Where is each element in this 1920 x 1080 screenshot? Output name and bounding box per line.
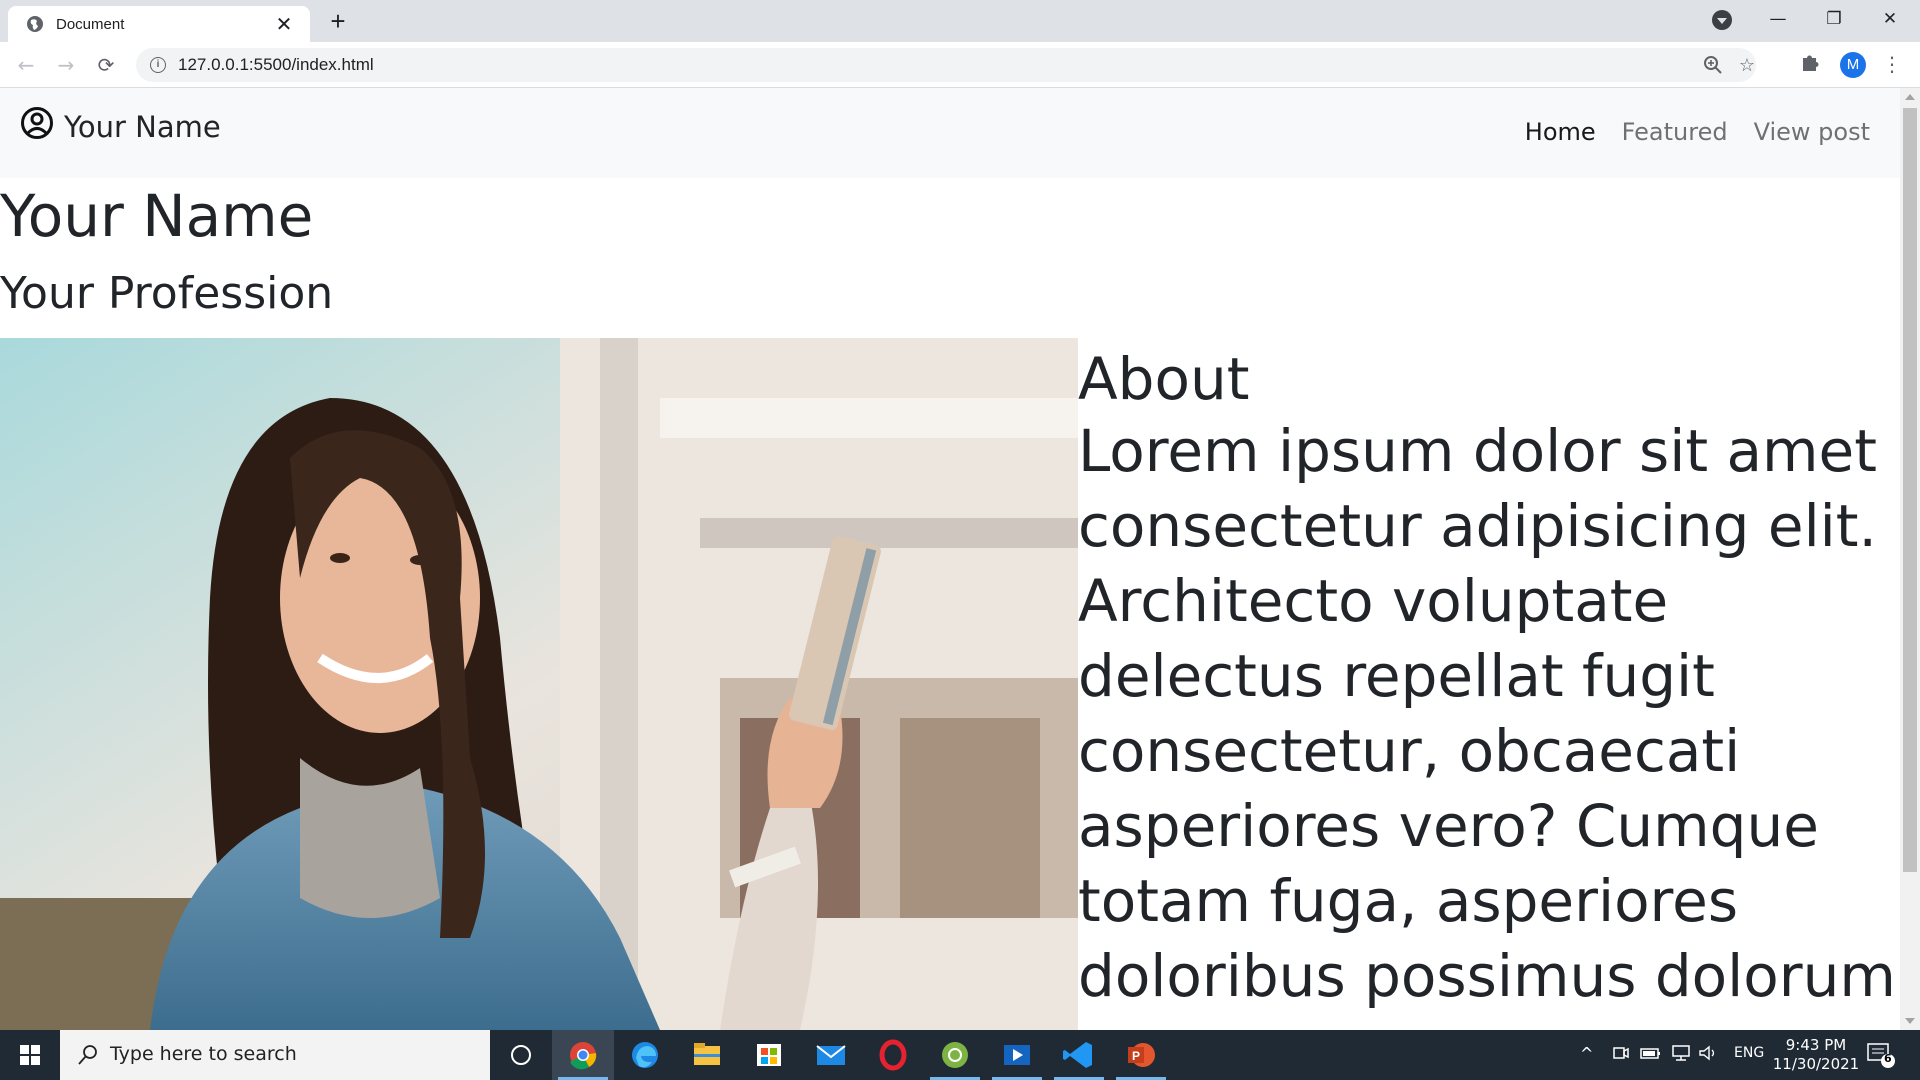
nav-link-view-post[interactable]: View post — [1754, 118, 1870, 146]
browser-tab-strip: Document ✕ + — ❐ ✕ — [0, 0, 1920, 42]
clock-time: 9:43 PM — [1785, 1036, 1847, 1054]
vscode-icon[interactable] — [1048, 1030, 1110, 1080]
about-title: About — [1078, 345, 1250, 413]
taskbar-search-box[interactable]: Type here to search — [60, 1030, 490, 1080]
svg-text:P: P — [1132, 1049, 1140, 1063]
extensions-puzzle-icon[interactable] — [1800, 52, 1820, 77]
brand-name: Your Name — [64, 110, 221, 144]
tab-title: Document — [56, 15, 125, 33]
chrome-icon[interactable] — [552, 1030, 614, 1080]
notification-count: 6 — [1884, 1052, 1892, 1065]
clock-date: 11/30/2021 — [1772, 1055, 1860, 1073]
mail-icon[interactable] — [800, 1030, 862, 1080]
store-icon[interactable] — [738, 1030, 800, 1080]
nav-link-home[interactable]: Home — [1525, 118, 1596, 146]
about-text: Lorem ipsum dolor sit amet consectetur a… — [1078, 417, 1896, 1010]
search-placeholder: Type here to search — [110, 1043, 297, 1065]
cortana-icon[interactable] — [490, 1030, 552, 1080]
scrollbar-thumb[interactable] — [1903, 108, 1917, 872]
battery-icon[interactable] — [1640, 1044, 1662, 1080]
bookmark-star-icon[interactable]: ☆ — [1736, 55, 1758, 77]
windows-start-icon[interactable] — [0, 1030, 60, 1080]
browser-tab[interactable]: Document ✕ — [8, 6, 310, 42]
page-title: Your Name — [0, 182, 314, 250]
browser-toolbar: ← → ⟳ i 127.0.0.1:5500/index.html ☆ — [0, 42, 1920, 88]
volume-icon[interactable] — [1698, 1044, 1720, 1080]
meet-now-icon[interactable] — [1612, 1044, 1630, 1080]
nav-links: Home Featured View post — [1525, 118, 1870, 146]
back-arrow-icon[interactable]: ← — [12, 51, 40, 79]
windows-taskbar: Type here to search P ^ ENG 9:43 PM 11/3… — [0, 1030, 1920, 1080]
user-circle-icon — [21, 107, 53, 139]
notification-center-icon[interactable]: 6 — [1866, 1041, 1906, 1080]
close-window-button[interactable]: ✕ — [1862, 0, 1918, 40]
scroll-down-arrow-icon[interactable] — [1905, 1018, 1915, 1024]
zoom-icon[interactable] — [1702, 55, 1724, 77]
minimize-button[interactable]: — — [1750, 0, 1806, 40]
nav-link-featured[interactable]: Featured — [1622, 118, 1728, 146]
powerpoint-icon[interactable]: P — [1110, 1030, 1172, 1080]
new-tab-button[interactable]: + — [322, 6, 354, 38]
language-indicator[interactable]: ENG — [1734, 1045, 1764, 1080]
file-explorer-icon[interactable] — [676, 1030, 738, 1080]
site-navbar: Your Name Home Featured View post — [0, 88, 1900, 178]
site-info-icon[interactable]: i — [150, 57, 166, 73]
profile-photo — [0, 338, 1078, 1030]
reload-icon[interactable]: ⟳ — [92, 51, 120, 79]
edge-icon[interactable] — [614, 1030, 676, 1080]
tab-search-icon[interactable] — [1712, 10, 1732, 30]
page-viewport: Your Name Home Featured View post Your N… — [0, 88, 1920, 1030]
tab-close-icon[interactable]: ✕ — [272, 12, 296, 37]
forward-arrow-icon[interactable]: → — [52, 51, 80, 79]
search-icon — [78, 1045, 97, 1065]
browser-menu-icon[interactable]: ⋮ — [1882, 52, 1902, 76]
page-subtitle: Your Profession — [0, 268, 334, 319]
restore-button[interactable]: ❐ — [1806, 0, 1862, 40]
url-text[interactable]: 127.0.0.1:5500/index.html — [178, 55, 374, 75]
tray-chevron-up-icon[interactable]: ^ — [1580, 1044, 1600, 1080]
about-section: About Lorem ipsum dolor sit amet consect… — [1078, 344, 1898, 1014]
network-icon[interactable] — [1670, 1044, 1692, 1080]
app-green-icon[interactable] — [924, 1030, 986, 1080]
opera-icon[interactable] — [862, 1030, 924, 1080]
taskbar-clock[interactable]: 9:43 PM 11/30/2021 — [1768, 1036, 1864, 1074]
page-scrollbar[interactable] — [1900, 88, 1920, 1030]
scroll-up-arrow-icon[interactable] — [1905, 94, 1915, 100]
globe-icon — [27, 16, 43, 32]
profile-avatar[interactable]: M — [1840, 52, 1866, 78]
media-player-icon[interactable] — [986, 1030, 1048, 1080]
navbar-brand[interactable]: Your Name — [20, 107, 221, 144]
address-bar[interactable]: i 127.0.0.1:5500/index.html ☆ — [136, 48, 1756, 82]
